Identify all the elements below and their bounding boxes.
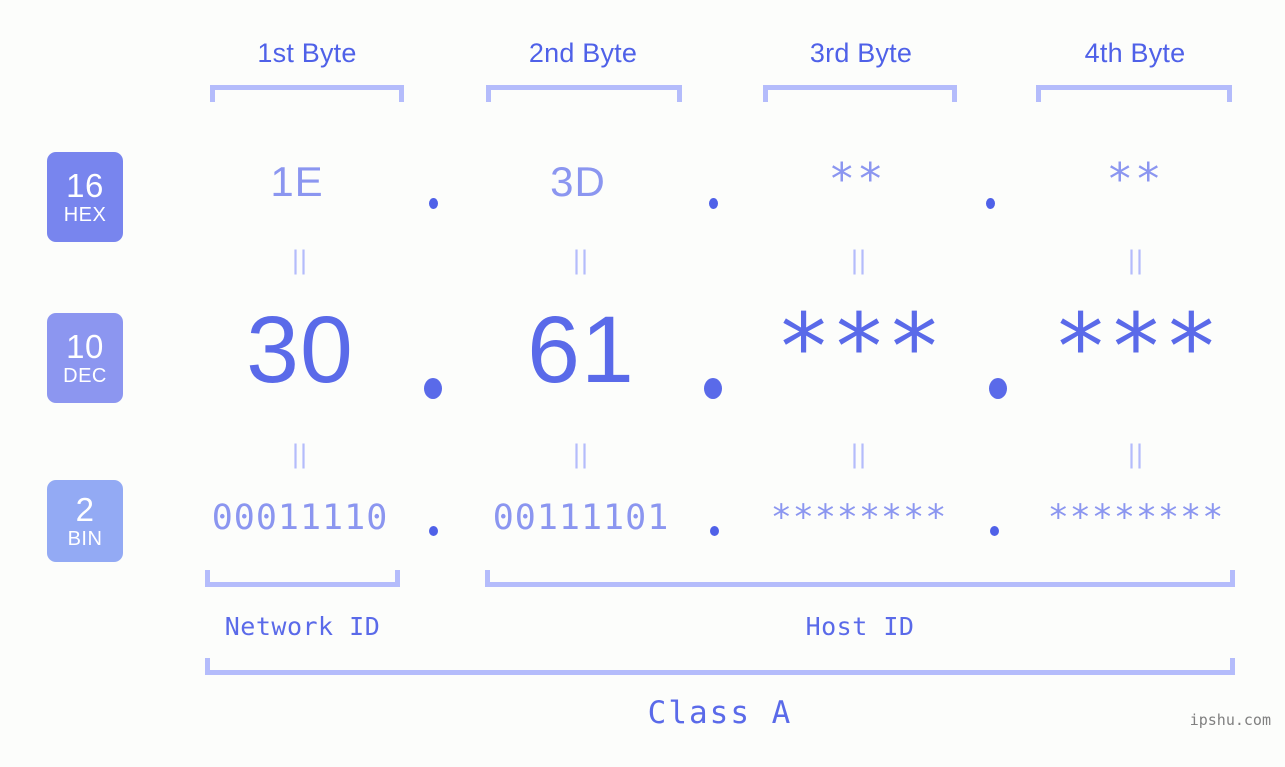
class-bracket <box>205 658 1235 675</box>
byte-bracket-top-1 <box>210 85 404 102</box>
bin-value-byte-3: ******** <box>770 498 948 538</box>
hex-separator-dot-3 <box>986 198 995 209</box>
dec-value-byte-2: 61 <box>527 297 635 403</box>
byte-header-label-4: 4th Byte <box>1084 38 1186 68</box>
bin-separator-dot-2 <box>710 526 719 536</box>
hex-value-byte-2: 3D <box>550 158 606 205</box>
base-badge-hex-label: HEX <box>63 204 107 226</box>
equals-mark-dec-bin-4: || <box>1127 439 1145 469</box>
byte-header-label-3: 3rd Byte <box>809 38 913 68</box>
host-id-bracket <box>485 570 1235 587</box>
network-id-label: Network ID <box>224 612 381 641</box>
dec-value-byte-3: *** <box>775 294 943 401</box>
hex-value-byte-3: ** <box>828 154 886 205</box>
site-watermark: ipshu.com <box>1189 711 1271 729</box>
bin-value-byte-1: 00011110 <box>211 498 389 538</box>
base-badge-bin-label: BIN <box>67 528 103 550</box>
equals-mark-hex-dec-3: || <box>850 245 868 275</box>
base-badge-hex-number: 16 <box>66 167 104 204</box>
network-id-bracket <box>205 570 400 587</box>
ip-address-breakdown-diagram: 1st Byte 2nd Byte 3rd Byte 4th Byte 16 H… <box>0 0 1285 767</box>
base-badge-bin: 2 BIN <box>47 480 123 562</box>
base-badge-dec-label: DEC <box>63 365 107 387</box>
hex-separator-dot-1 <box>429 198 438 209</box>
byte-bracket-top-3 <box>763 85 957 102</box>
equals-mark-hex-dec-1: || <box>291 245 309 275</box>
dec-value-byte-4: *** <box>1052 294 1220 401</box>
byte-header-label-2: 2nd Byte <box>528 38 638 68</box>
host-id-label: Host ID <box>805 612 915 641</box>
base-badge-dec-number: 10 <box>66 328 104 365</box>
equals-mark-dec-bin-2: || <box>572 439 590 469</box>
class-label: Class A <box>647 695 793 731</box>
dec-separator-dot-1 <box>424 378 442 399</box>
equals-mark-dec-bin-3: || <box>850 439 868 469</box>
byte-bracket-top-4 <box>1036 85 1232 102</box>
bin-value-byte-2: 00111101 <box>492 498 670 538</box>
hex-value-byte-4: ** <box>1106 154 1164 205</box>
bin-value-byte-4: ******** <box>1047 498 1225 538</box>
base-badge-hex: 16 HEX <box>47 152 123 242</box>
hex-separator-dot-2 <box>709 198 718 209</box>
dec-value-byte-1: 30 <box>246 297 354 403</box>
byte-header-label-1: 1st Byte <box>257 38 357 68</box>
base-badge-bin-number: 2 <box>75 491 95 528</box>
dec-separator-dot-2 <box>704 378 722 399</box>
equals-mark-hex-dec-2: || <box>572 245 590 275</box>
equals-mark-dec-bin-1: || <box>291 439 309 469</box>
byte-bracket-top-2 <box>486 85 682 102</box>
hex-value-byte-1: 1E <box>270 158 324 205</box>
dec-separator-dot-3 <box>989 378 1007 399</box>
equals-mark-hex-dec-4: || <box>1127 245 1145 275</box>
base-badge-dec: 10 DEC <box>47 313 123 403</box>
bin-separator-dot-1 <box>429 526 438 536</box>
bin-separator-dot-3 <box>990 526 999 536</box>
